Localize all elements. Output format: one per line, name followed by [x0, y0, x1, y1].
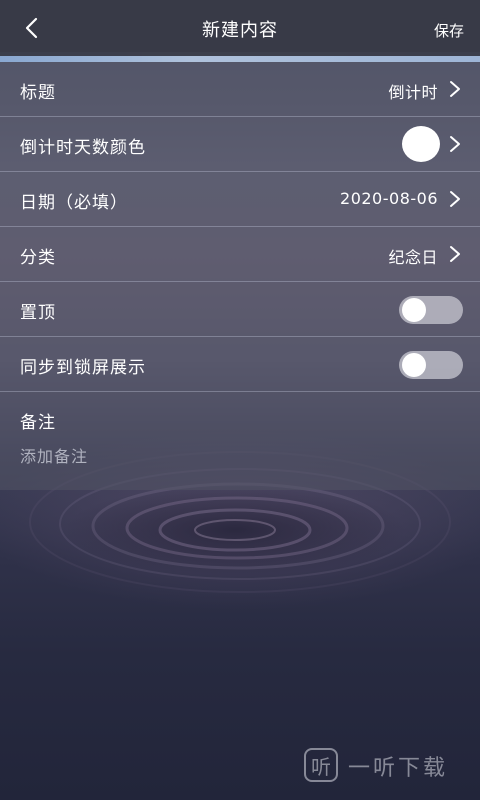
watermark-text: 一听下载 — [348, 756, 449, 781]
notes-section: 备注 添加备注 — [0, 390, 480, 490]
row-label: 倒计时天数颜色 — [20, 138, 146, 158]
row-label: 标题 — [20, 83, 56, 103]
form-panel: 标题 倒计时 倒计时天数颜色 日期（必填） 2020-08-06 分类 纪念日 … — [0, 62, 480, 490]
watermark-logo: 听 一听下载 — [304, 746, 464, 786]
chevron-right-icon — [450, 191, 460, 207]
chevron-right-icon — [450, 81, 460, 97]
save-button[interactable]: 保存 — [434, 20, 464, 41]
row-label: 分类 — [20, 248, 56, 268]
row-date[interactable]: 日期（必填） 2020-08-06 — [0, 172, 480, 227]
row-value: 纪念日 — [388, 248, 438, 267]
top-bar: 新建内容 保存 — [0, 0, 480, 56]
toggle-knob — [402, 298, 426, 322]
row-category[interactable]: 分类 纪念日 — [0, 227, 480, 282]
row-lockscreen-sync: 同步到锁屏展示 — [0, 337, 480, 392]
chevron-right-icon — [450, 246, 460, 262]
lockscreen-sync-toggle[interactable] — [399, 351, 463, 379]
notes-label: 备注 — [20, 413, 56, 433]
color-swatch[interactable] — [402, 126, 440, 162]
row-value: 倒计时 — [388, 83, 438, 102]
chevron-right-icon — [450, 136, 460, 152]
row-label: 置顶 — [20, 303, 56, 323]
page-title: 新建内容 — [202, 20, 278, 41]
row-value: 2020-08-06 — [340, 189, 438, 208]
watermark-icon: 听 — [304, 748, 338, 782]
row-label: 同步到锁屏展示 — [20, 358, 146, 378]
notes-input[interactable]: 添加备注 — [20, 443, 88, 467]
toggle-knob — [402, 353, 426, 377]
row-pin-top: 置顶 — [0, 282, 480, 337]
row-title[interactable]: 标题 倒计时 — [0, 62, 480, 117]
pin-top-toggle[interactable] — [399, 296, 463, 324]
row-countdown-color[interactable]: 倒计时天数颜色 — [0, 117, 480, 172]
row-label: 日期（必填） — [20, 193, 128, 213]
